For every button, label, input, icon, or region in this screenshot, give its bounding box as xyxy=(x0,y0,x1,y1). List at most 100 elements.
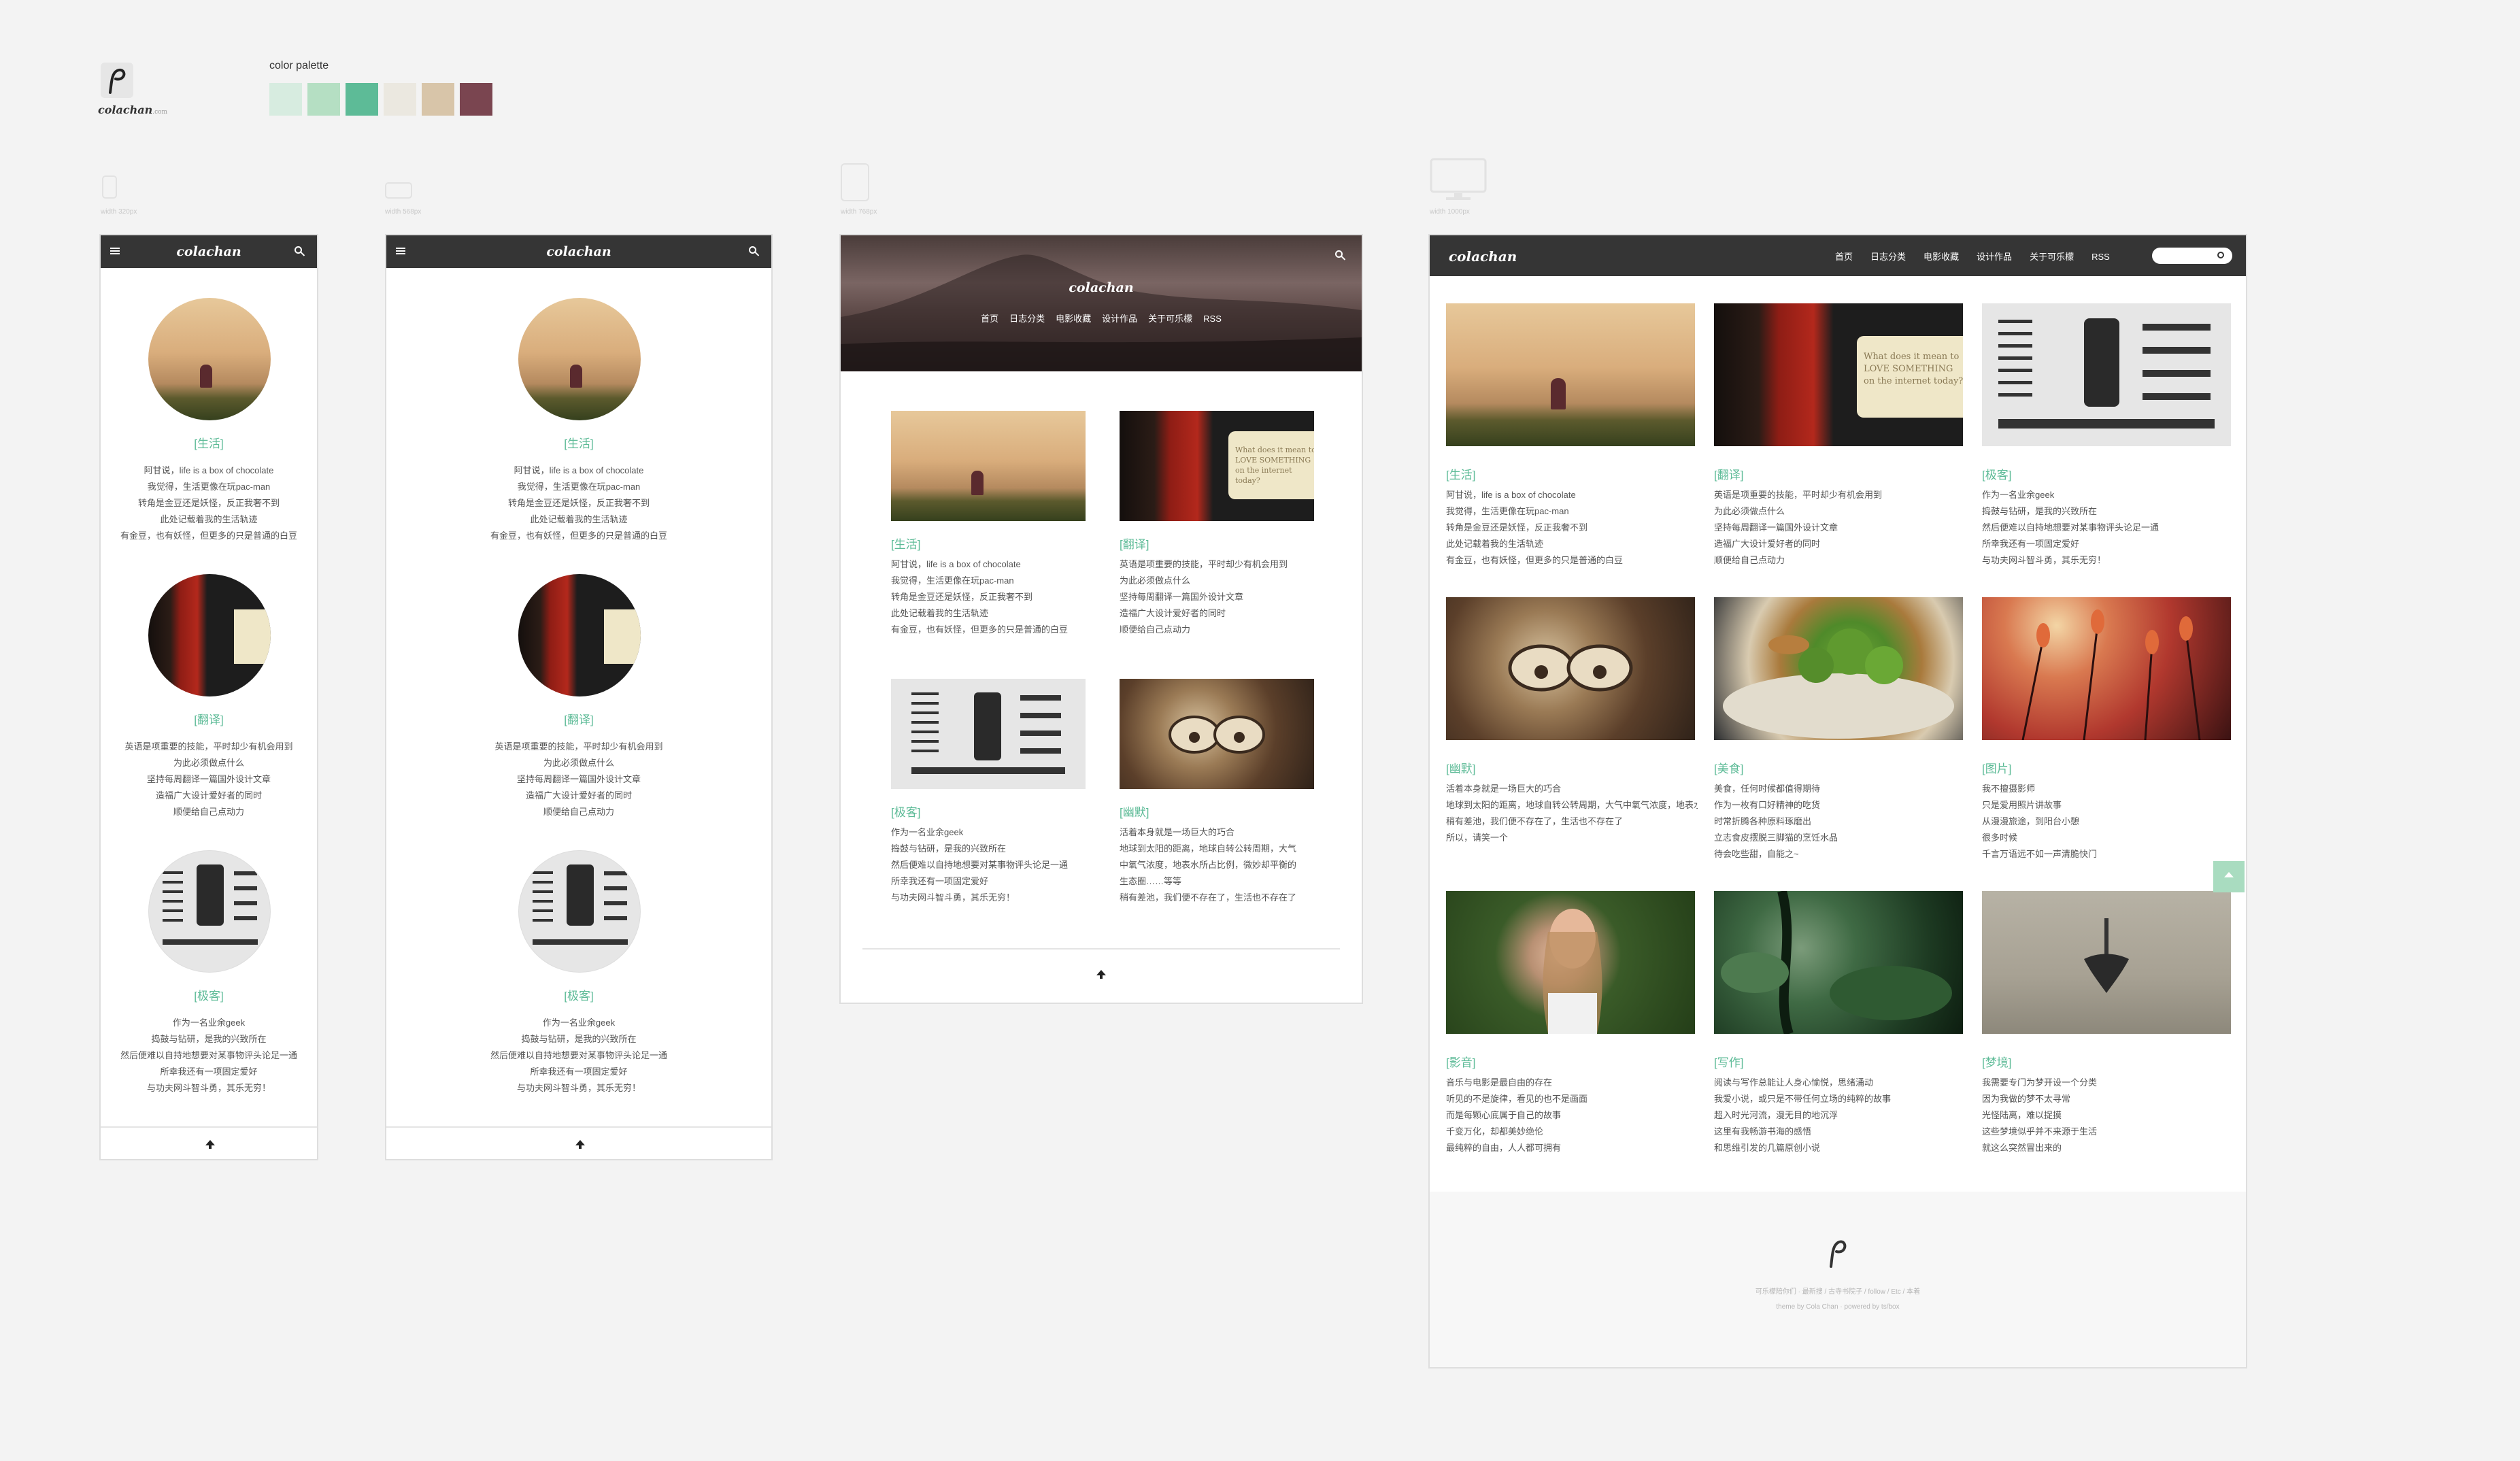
post-category[interactable]: [极客] xyxy=(891,803,920,820)
geek-items-illustration xyxy=(533,864,628,945)
nav-item-home[interactable]: 首页 xyxy=(1835,252,1853,262)
post-thumbnail-geek[interactable] xyxy=(891,679,1086,789)
post-thumbnail-life[interactable] xyxy=(518,298,641,420)
cola-p-icon xyxy=(1830,1240,1847,1268)
nav-item-categories[interactable]: 日志分类 xyxy=(1870,252,1906,262)
post-category[interactable]: [极客] xyxy=(101,986,317,1003)
post-excerpt: 作为一名业余geek 捣鼓与钻研，是我的兴致所在 然后便难以自持地想要对某事物评头论… xyxy=(891,827,1069,903)
post-category[interactable]: [生活] xyxy=(1446,465,1475,482)
palette-label: color palette xyxy=(269,60,329,71)
post-thumbnail-translate[interactable]: What does it mean to LOVE SOMETHING on t… xyxy=(1714,303,1963,446)
mobile-568-preview: colachan [生活] 阿甘说，life is a box of choco… xyxy=(385,234,773,1160)
color-palette xyxy=(269,83,492,116)
runner-figure xyxy=(200,365,212,388)
search-icon[interactable] xyxy=(1335,250,1343,258)
post-thumbnail-life[interactable] xyxy=(891,411,1086,521)
site-logo[interactable]: colachan xyxy=(841,280,1362,295)
book-page xyxy=(604,609,641,664)
post-category[interactable]: [翻译] xyxy=(386,710,771,727)
post-category[interactable]: [生活] xyxy=(386,434,771,451)
post-thumbnail-food[interactable] xyxy=(1714,597,1963,740)
nav-item-home[interactable]: 首页 xyxy=(981,314,998,324)
post-excerpt: 英语是项重要的技能，平时却少有机会用到 为此必须做点什么 坚持每周翻译一篇国外设计文… xyxy=(494,741,663,817)
post-thumbnail-translate[interactable] xyxy=(148,574,271,696)
book-page xyxy=(234,609,271,664)
post-category[interactable]: [翻译] xyxy=(1120,535,1149,552)
site-logo[interactable]: colachan xyxy=(101,244,317,259)
palette-swatch xyxy=(460,83,492,116)
post-category[interactable]: [幽默] xyxy=(1446,759,1475,776)
forest-illustration xyxy=(1721,891,1952,1034)
footer-links[interactable]: 可乐檬陪你们 · 最新搜 / 古寺书院子 / follow / Etc / 本着 xyxy=(1430,1286,2246,1296)
brand-wordmark: colachan.com xyxy=(98,103,168,116)
site-logo[interactable]: colachan xyxy=(1449,248,1517,265)
post-excerpt: 我不擅摄影师 只是爱用照片讲故事 从漫漫旅途，到阳台小憩 很多时候 千言万语远不如一声清… xyxy=(1982,784,2098,859)
post-category[interactable]: [极客] xyxy=(386,986,771,1003)
geek-items-illustration xyxy=(911,692,1065,774)
nav-item-rss[interactable]: RSS xyxy=(2091,252,2110,262)
post-category[interactable]: [生活] xyxy=(101,434,317,451)
search-icon[interactable] xyxy=(295,246,302,254)
post-excerpt: 我需要专门为梦开设一个分类 因为我做的梦不太寻常 光怪陆离，难以捉摸 这些梦境似乎并不… xyxy=(1982,1077,2098,1153)
post-category[interactable]: [影音] xyxy=(1446,1053,1475,1070)
post-thumbnail-geek[interactable] xyxy=(518,850,641,973)
phone-icon xyxy=(102,175,117,199)
desktop-1000-preview: colachan 首页 日志分类 电影收藏 设计作品 关于可乐檬 RSS [生活] 阿甘说… xyxy=(1428,234,2247,1368)
post-thumbnail-translate[interactable]: What does it mean to LOVE SOMETHING on t… xyxy=(1120,411,1314,521)
post-excerpt: 作为一名业余geek 捣鼓与钻研，是我的兴致所在 然后便难以自持地想要对某事物评头论… xyxy=(1982,490,2160,565)
post-category[interactable]: [图片] xyxy=(1982,759,2011,776)
post-category[interactable]: [生活] xyxy=(891,535,920,552)
nav-item-about[interactable]: 关于可乐檬 xyxy=(2030,252,2074,262)
geek-items-illustration xyxy=(1998,318,2215,429)
geek-items-illustration xyxy=(163,864,258,945)
nav-item-rss[interactable]: RSS xyxy=(1203,314,1222,324)
post-thumbnail-dream[interactable] xyxy=(1982,891,2231,1034)
post-thumbnail-geek[interactable] xyxy=(1982,303,2231,446)
palette-swatch xyxy=(346,83,378,116)
nav-item-movies[interactable]: 电影收藏 xyxy=(1056,314,1091,324)
search-input[interactable] xyxy=(2152,248,2232,264)
post-excerpt: 阿甘说，life is a box of chocolate 我觉得，生活更像在玩… xyxy=(1446,490,1624,565)
desktop-icon xyxy=(1430,158,1487,200)
nav-item-movies[interactable]: 电影收藏 xyxy=(1923,252,1959,262)
post-excerpt: 阿甘说，life is a box of chocolate 我觉得，生活更像在玩… xyxy=(891,559,1069,635)
post-thumbnail-life[interactable] xyxy=(1446,303,1695,446)
desktop-header: colachan 首页 日志分类 电影收藏 设计作品 关于可乐檬 RSS xyxy=(1430,235,2246,276)
spinning-top-illustration xyxy=(2084,918,2129,993)
post-category[interactable]: [极客] xyxy=(1982,465,2011,482)
post-excerpt: 作为一名业余geek 捣鼓与钻研，是我的兴致所在 然后便难以自持地想要对某事物评头论… xyxy=(490,1018,667,1093)
post-category[interactable]: [梦境] xyxy=(1982,1053,2011,1070)
post-thumbnail-life[interactable] xyxy=(148,298,271,420)
post-thumbnail-translate[interactable] xyxy=(518,574,641,696)
post-thumbnail-humor[interactable] xyxy=(1446,597,1695,740)
back-to-top-icon[interactable] xyxy=(205,1140,215,1149)
post-category[interactable]: [翻译] xyxy=(1714,465,1743,482)
post-thumbnail-photo[interactable] xyxy=(1982,597,2231,740)
site-logo[interactable]: colachan xyxy=(386,244,771,259)
post-excerpt: 活着本身就是一场巨大的巧合地球到太阳的距离，地球自转公转周期，大气中氧气浓度，地… xyxy=(1120,827,1297,903)
post-excerpt: 音乐与电影是最自由的存在 听见的不是旋律，看见的也不是画面 而是每颗心底属于自己的故… xyxy=(1446,1077,1588,1153)
runner-figure xyxy=(971,471,984,495)
nav-item-categories[interactable]: 日志分类 xyxy=(1009,314,1045,324)
back-to-top-icon[interactable] xyxy=(575,1140,585,1149)
search-icon[interactable] xyxy=(749,246,756,254)
post-thumbnail-geek[interactable] xyxy=(148,850,271,973)
nav-item-design[interactable]: 设计作品 xyxy=(1102,314,1137,324)
back-to-top-button[interactable] xyxy=(2213,861,2245,892)
search-icon[interactable] xyxy=(2217,252,2224,258)
post-category[interactable]: [美食] xyxy=(1714,759,1743,776)
food-bowl-illustration xyxy=(1723,628,1954,739)
back-to-top-icon[interactable] xyxy=(1096,970,1106,979)
post-category[interactable]: [幽默] xyxy=(1120,803,1149,820)
post-excerpt: 阅读与写作总能让人身心愉悦，思绪涌动 我爱小说，或只是不带任何立场的纯粹的故事 超入… xyxy=(1714,1077,1892,1153)
nav-item-about[interactable]: 关于可乐檬 xyxy=(1148,314,1192,324)
post-thumbnail-humor[interactable] xyxy=(1120,679,1314,789)
post-category[interactable]: [翻译] xyxy=(101,710,317,727)
nav-item-design[interactable]: 设计作品 xyxy=(1977,252,2012,262)
post-thumbnail-writing[interactable] xyxy=(1714,891,1963,1034)
book-page-text: What does it mean to LOVE SOMETHING on t… xyxy=(1228,431,1314,499)
post-category[interactable]: [写作] xyxy=(1714,1053,1743,1070)
mobile-320-preview: colachan [生活] 阿甘说，life is a box of choco… xyxy=(99,234,318,1160)
palette-swatch xyxy=(269,83,302,116)
post-thumbnail-media[interactable] xyxy=(1446,891,1695,1034)
